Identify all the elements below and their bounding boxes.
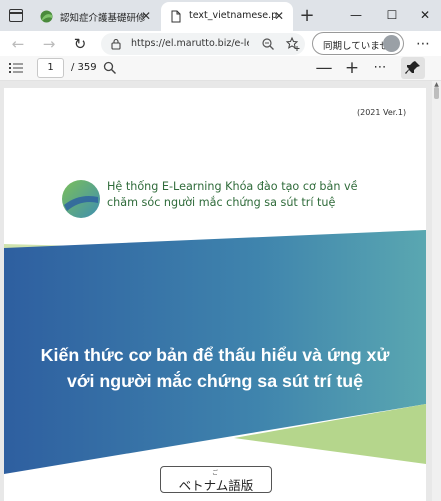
tab-elearning[interactable]: 認知症介護基礎研修 e ✕ [32, 2, 160, 31]
back-button[interactable]: ← [8, 34, 28, 54]
zoom-in-button[interactable]: + [342, 58, 362, 78]
zoom-out-button[interactable]: — [314, 58, 334, 78]
page-number-input[interactable]: 1 [37, 58, 64, 78]
vertical-scrollbar[interactable]: ▲ [432, 81, 441, 501]
close-tab-icon[interactable]: ✕ [138, 8, 154, 24]
document-version: (2021 Ver.1) [357, 108, 407, 117]
reload-button[interactable]: ↻ [70, 34, 90, 54]
subtitle-line: chăm sóc người mắc chứng sa sút trí tuệ [107, 196, 336, 209]
lock-icon[interactable] [110, 38, 122, 50]
new-tab-icon[interactable]: + [297, 6, 317, 26]
language-edition-label: ベトナム語版 [178, 478, 254, 493]
tab-bar: 認知症介護基礎研修 e ✕ text_vietnamese.pdf ✕ + — … [0, 0, 441, 31]
close-tab-icon[interactable]: ✕ [271, 8, 287, 24]
forward-button[interactable]: → [39, 34, 59, 54]
favorite-star-icon[interactable] [285, 36, 301, 52]
subtitle-line: Hệ thống E-Learning Khóa đào tạo cơ bản … [107, 180, 358, 193]
pdf-page: (2021 Ver.1) Hệ thống E-Learning Khóa đà… [4, 88, 426, 501]
pin-toolbar-button[interactable] [401, 57, 425, 79]
maximize-button[interactable]: ☐ [382, 6, 402, 24]
close-window-button[interactable]: ✕ [415, 6, 435, 24]
document-title: Kiến thức cơ bản để thấu hiểu và ứng xử … [4, 342, 426, 394]
browser-toolbar: ← → ↻ https://el.marutto.biz/e-le... 同期し… [0, 31, 441, 56]
address-bar[interactable]: https://el.marutto.biz/e-le... [101, 33, 305, 55]
document-subtitle: Hệ thống E-Learning Khóa đào tạo cơ bản … [107, 179, 407, 211]
sync-profile-button[interactable]: 同期していません [312, 32, 404, 55]
title-line: Kiến thức cơ bản để thấu hiểu và ứng xử [40, 345, 390, 365]
tab-pdf-active[interactable]: text_vietnamese.pdf ✕ [161, 2, 293, 31]
page-total: / 359 [71, 62, 97, 73]
url-text[interactable]: https://el.marutto.biz/e-le... [131, 38, 249, 49]
pin-icon [405, 61, 420, 74]
avatar [383, 35, 400, 52]
zoom-icon[interactable] [261, 37, 275, 51]
window-menu-icon[interactable] [9, 9, 23, 22]
pdf-toolbar: 1 / 359 — + ⋯ [0, 56, 441, 81]
language-edition-badge: ご ベトナム語版 [160, 466, 272, 493]
minimize-button[interactable]: — [346, 6, 366, 24]
settings-more-icon[interactable]: ⋯ [413, 34, 433, 54]
document-icon [171, 10, 181, 23]
search-icon[interactable] [103, 61, 117, 75]
tab-favicon-icon [40, 10, 53, 23]
tab-label: text_vietnamese.pdf [189, 10, 277, 21]
title-line: với người mắc chứng sa sút trí tuệ [66, 371, 364, 391]
tab-label: 認知症介護基礎研修 e [60, 13, 148, 24]
globe-logo-icon [62, 180, 100, 218]
more-options-icon[interactable]: ⋯ [370, 58, 390, 78]
scrollbar-thumb[interactable] [434, 87, 439, 99]
table-of-contents-icon[interactable] [9, 62, 23, 74]
